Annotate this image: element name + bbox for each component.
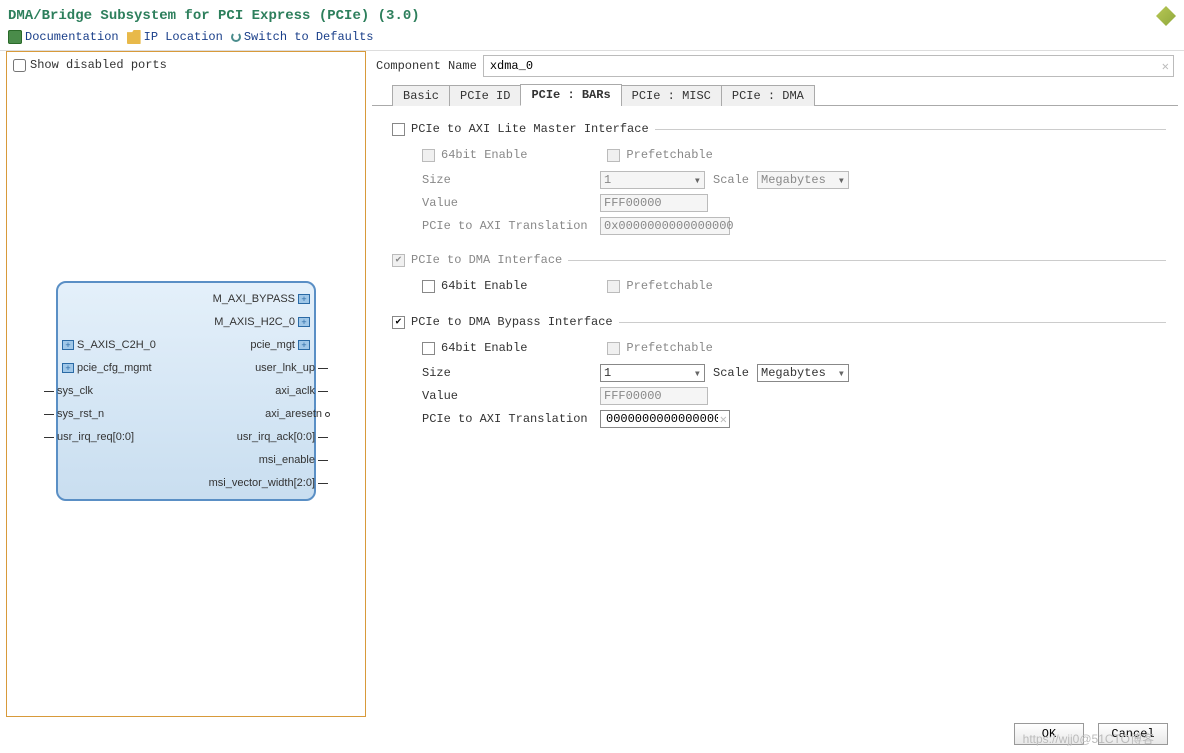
- divider: [619, 322, 1166, 323]
- port-pcie-cfg: pcie_cfg_mgmt: [77, 362, 152, 374]
- axi-lite-scale-label: Scale: [713, 173, 749, 187]
- book-icon: [8, 30, 22, 44]
- tab-bar: Basic PCIe ID PCIe : BARs PCIe : MISC PC…: [372, 83, 1178, 106]
- port-m-axis-h2c: M_AXIS_H2C_0: [214, 316, 295, 328]
- port-axi-aclk: axi_aclk: [275, 385, 315, 397]
- xilinx-logo-icon: [1156, 6, 1176, 26]
- page-title: DMA/Bridge Subsystem for PCI Express (PC…: [8, 8, 420, 24]
- port-icon: [62, 340, 74, 350]
- bypass-prefetch-checkbox: [607, 342, 620, 355]
- cancel-button[interactable]: Cancel: [1098, 723, 1168, 745]
- axi-lite-trans-label: PCIe to AXI Translation: [422, 219, 592, 233]
- bypass-value-label: Value: [422, 389, 592, 403]
- port-user-lnk-up: user_lnk_up: [255, 362, 315, 374]
- bypass-group-title: PCIe to DMA Bypass Interface: [411, 315, 613, 329]
- port-usr-irq-req: usr_irq_req[0:0]: [57, 431, 134, 443]
- clear-icon[interactable]: ✕: [720, 412, 727, 427]
- port-icon: [298, 294, 310, 304]
- dma-64bit-checkbox[interactable]: [422, 280, 435, 293]
- bypass-value-input: FFF00000: [600, 387, 708, 405]
- block-diagram-panel: Show disabled ports M_AXI_BYPASS M_AXIS_…: [6, 51, 366, 717]
- axi-lite-group-title: PCIe to AXI Lite Master Interface: [411, 122, 649, 136]
- dma-64bit-label: 64bit Enable: [441, 279, 527, 293]
- documentation-link[interactable]: Documentation: [8, 30, 119, 44]
- dma-prefetch-label: Prefetchable: [626, 279, 712, 293]
- wire-icon: [318, 368, 328, 369]
- port-m-axi-bypass: M_AXI_BYPASS: [213, 293, 295, 305]
- port-icon: [298, 317, 310, 327]
- wire-icon: [318, 391, 328, 392]
- switch-defaults-link[interactable]: Switch to Defaults: [231, 30, 374, 44]
- port-msi-vector: msi_vector_width[2:0]: [209, 477, 315, 489]
- divider: [568, 260, 1166, 261]
- wire-icon: [44, 437, 54, 438]
- folder-icon: [127, 30, 141, 44]
- ok-button[interactable]: OK: [1014, 723, 1084, 745]
- axi-lite-prefetch-label: Prefetchable: [626, 148, 712, 162]
- axi-lite-value-label: Value: [422, 196, 592, 210]
- port-sys-clk: sys_clk: [57, 385, 93, 397]
- bypass-scale-label: Scale: [713, 366, 749, 380]
- bypass-enable-checkbox[interactable]: [392, 316, 405, 329]
- bypass-size-label: Size: [422, 366, 592, 380]
- wire-inv-icon: [325, 412, 330, 417]
- ip-block-diagram: M_AXI_BYPASS M_AXIS_H2C_0 S_AXIS_C2H_0pc…: [56, 281, 316, 501]
- refresh-icon: [231, 32, 241, 42]
- bypass-prefetch-label: Prefetchable: [626, 341, 712, 355]
- axi-lite-64bit-checkbox: [422, 149, 435, 162]
- axi-lite-64bit-label: 64bit Enable: [441, 148, 527, 162]
- divider: [655, 129, 1166, 130]
- port-sys-rst: sys_rst_n: [57, 408, 104, 420]
- documentation-label: Documentation: [25, 30, 119, 44]
- bypass-trans-input[interactable]: ✕: [600, 410, 730, 428]
- wire-icon: [318, 437, 328, 438]
- bypass-64bit-checkbox[interactable]: [422, 342, 435, 355]
- dma-enable-checkbox: [392, 254, 405, 267]
- bypass-64bit-label: 64bit Enable: [441, 341, 527, 355]
- ip-location-link[interactable]: IP Location: [127, 30, 223, 44]
- toolbar: Documentation IP Location Switch to Defa…: [0, 28, 1184, 51]
- port-s-axis-c2h: S_AXIS_C2H_0: [77, 339, 156, 351]
- dma-group-title: PCIe to DMA Interface: [411, 253, 562, 267]
- port-icon: [62, 363, 74, 373]
- component-name-label: Component Name: [376, 59, 477, 73]
- wire-icon: [318, 483, 328, 484]
- axi-lite-value-input: FFF00000: [600, 194, 708, 212]
- tab-pcie-id[interactable]: PCIe ID: [449, 85, 521, 106]
- show-disabled-ports-checkbox[interactable]: Show disabled ports: [13, 58, 359, 72]
- port-icon: [298, 340, 310, 350]
- tab-pcie-misc[interactable]: PCIe : MISC: [621, 85, 722, 106]
- tab-basic[interactable]: Basic: [392, 85, 450, 106]
- port-msi-enable: msi_enable: [259, 454, 315, 466]
- component-name-input[interactable]: ✕: [483, 55, 1174, 77]
- tab-pcie-bars[interactable]: PCIe : BARs: [520, 84, 621, 106]
- port-usr-irq-ack: usr_irq_ack[0:0]: [237, 431, 315, 443]
- ip-location-label: IP Location: [144, 30, 223, 44]
- tab-pcie-dma[interactable]: PCIe : DMA: [721, 85, 815, 106]
- wire-icon: [318, 460, 328, 461]
- axi-lite-size-select: 1: [600, 171, 705, 189]
- axi-lite-prefetch-checkbox: [607, 149, 620, 162]
- port-axi-aresetn: axi_aresetn: [265, 408, 322, 420]
- show-disabled-ports-label: Show disabled ports: [30, 58, 167, 72]
- axi-lite-scale-select: Megabytes: [757, 171, 849, 189]
- wire-icon: [44, 391, 54, 392]
- dma-prefetch-checkbox: [607, 280, 620, 293]
- bypass-size-select[interactable]: 1: [600, 364, 705, 382]
- axi-lite-trans-input: 0x0000000000000000: [600, 217, 730, 235]
- axi-lite-size-label: Size: [422, 173, 592, 187]
- port-pcie-mgt: pcie_mgt: [250, 339, 295, 351]
- axi-lite-enable-checkbox[interactable]: [392, 123, 405, 136]
- clear-icon[interactable]: ✕: [1162, 59, 1169, 74]
- switch-defaults-label: Switch to Defaults: [244, 30, 374, 44]
- bypass-trans-label: PCIe to AXI Translation: [422, 412, 592, 426]
- wire-icon: [44, 414, 54, 415]
- bypass-scale-select[interactable]: Megabytes: [757, 364, 849, 382]
